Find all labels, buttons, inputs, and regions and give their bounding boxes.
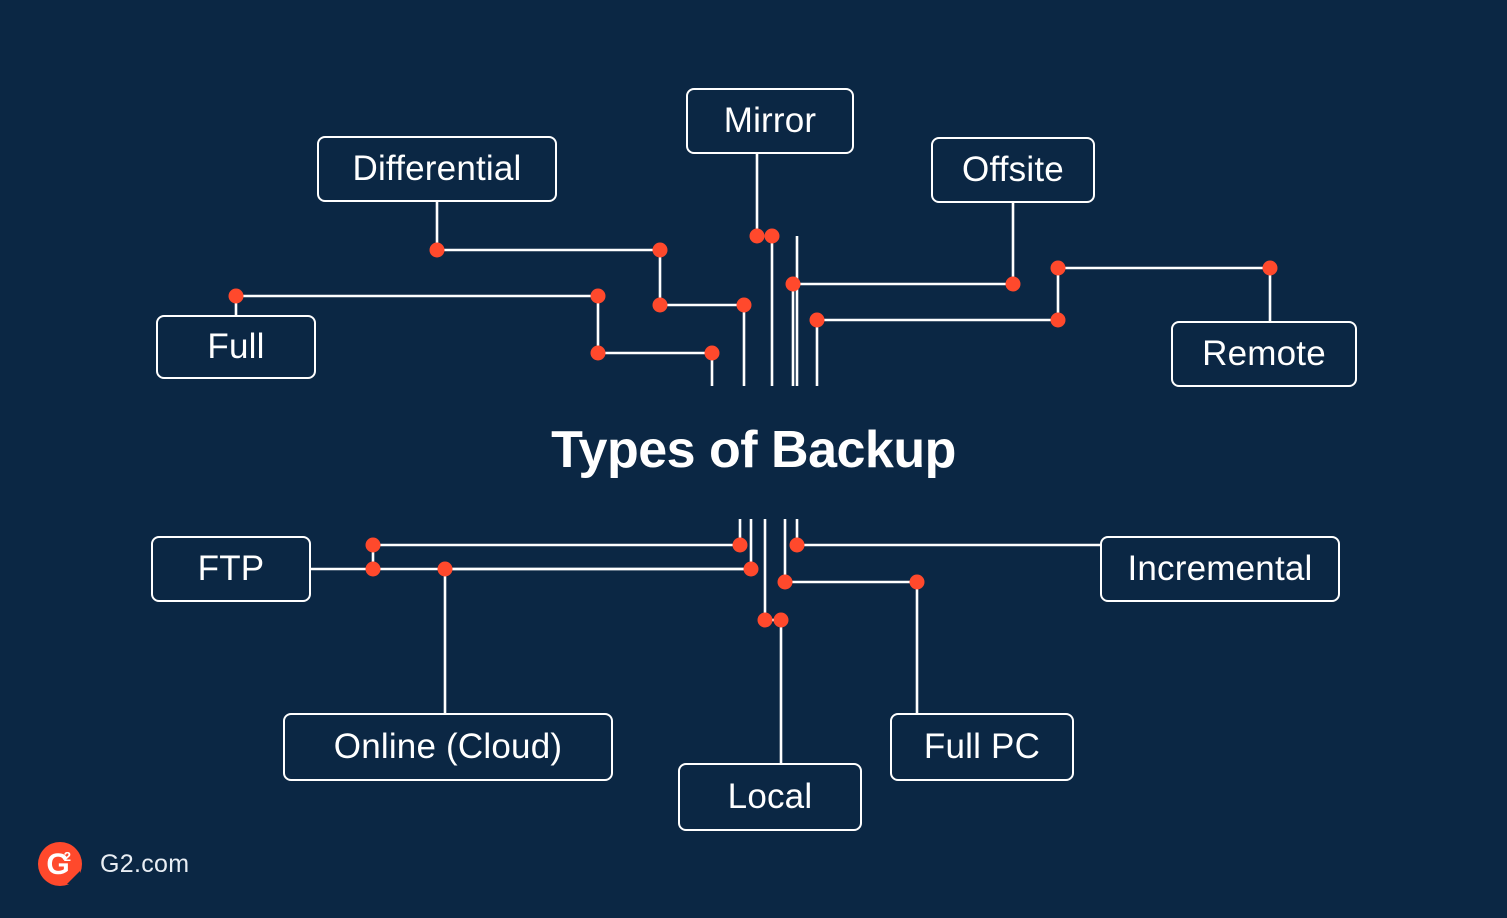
- junction-dot: [652, 242, 668, 258]
- node-remote[interactable]: Remote: [1171, 321, 1357, 387]
- node-label: Differential: [352, 149, 522, 188]
- junction-dot: [789, 537, 805, 553]
- junction-dot: [590, 345, 606, 361]
- junction-dot: [365, 537, 381, 553]
- node-offsite[interactable]: Offsite: [931, 137, 1095, 203]
- brand-label: G2.com: [100, 849, 190, 878]
- junction-dot: [704, 345, 720, 361]
- node-online-cloud[interactable]: Online (Cloud): [283, 713, 613, 781]
- node-differential[interactable]: Differential: [317, 136, 557, 202]
- junction-dot: [228, 288, 244, 304]
- junction-dot: [429, 242, 445, 258]
- node-label: Incremental: [1127, 549, 1313, 588]
- node-full[interactable]: Full: [156, 315, 316, 379]
- infographic-canvas: Differential Mirror Offsite Full Remote …: [0, 0, 1507, 918]
- junction-dot: [785, 276, 801, 292]
- junction-dot: [1050, 312, 1066, 328]
- junction-dot: [773, 612, 789, 628]
- junction-dot: [757, 612, 773, 628]
- node-label: Full PC: [923, 727, 1041, 766]
- node-label: Online (Cloud): [333, 727, 563, 766]
- node-label: Offsite: [962, 150, 1064, 189]
- junction-dot: [1050, 260, 1066, 276]
- junction-dot: [764, 228, 780, 244]
- node-mirror[interactable]: Mirror: [686, 88, 854, 154]
- node-incremental[interactable]: Incremental: [1100, 536, 1340, 602]
- node-label: Mirror: [723, 101, 817, 140]
- junction-dot: [777, 574, 793, 590]
- node-full-pc[interactable]: Full PC: [890, 713, 1074, 781]
- brand-footer: G 2 G2.com: [38, 842, 189, 886]
- junction-dot: [909, 574, 925, 590]
- junction-dot: [365, 561, 381, 577]
- node-local[interactable]: Local: [678, 763, 862, 831]
- g2-logo-superscript: 2: [63, 849, 71, 864]
- junction-dot: [652, 297, 668, 313]
- junction-dot: [437, 561, 453, 577]
- junction-dot: [749, 228, 765, 244]
- node-label: Local: [727, 777, 813, 816]
- node-ftp[interactable]: FTP: [151, 536, 311, 602]
- junction-dot: [590, 288, 606, 304]
- junction-dot: [736, 297, 752, 313]
- node-label: Remote: [1202, 334, 1326, 373]
- junction-dot: [743, 561, 759, 577]
- junction-dot: [1262, 260, 1278, 276]
- junction-dot: [809, 312, 825, 328]
- junction-dot: [732, 537, 748, 553]
- page-title: Types of Backup: [551, 421, 956, 479]
- node-label: Full: [207, 327, 265, 366]
- g2-logo-icon: G 2: [38, 842, 82, 886]
- node-label: FTP: [197, 549, 265, 588]
- junction-dot: [1005, 276, 1021, 292]
